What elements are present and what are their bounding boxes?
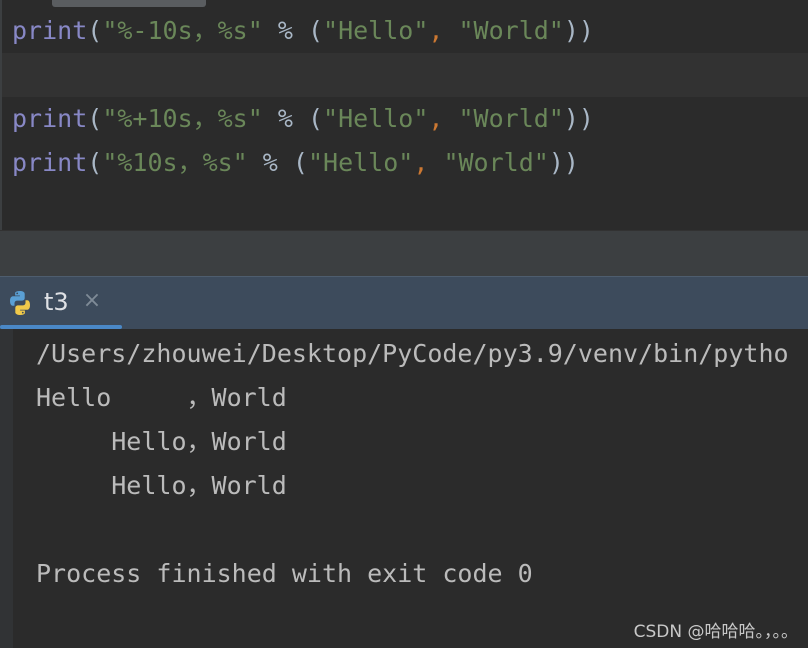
paren: )) [548, 148, 579, 177]
string-literal: "Hello" [323, 104, 429, 133]
string-literal: "Hello" [323, 16, 429, 45]
paren: ( [87, 148, 103, 177]
comma: , [428, 104, 444, 133]
panel-splitter[interactable] [0, 231, 808, 276]
operator: % ( [262, 16, 324, 45]
run-tool-window-header: t3 × [0, 276, 808, 329]
builtin-print: print [12, 16, 88, 45]
console-output[interactable]: /Users/zhouwei/Desktop/PyCode/py3.9/venv… [0, 329, 808, 648]
paren: ( [87, 104, 103, 133]
console-line-output: Hello，World [36, 427, 287, 456]
warning-squiggle [586, 172, 600, 178]
console-gutter [0, 329, 13, 648]
code-line-3[interactable]: print("%+10s，%s" % ("Hello", "World")) [12, 97, 808, 141]
string-literal: "World" [458, 104, 564, 133]
format-string: "%10s，%s" [102, 148, 248, 177]
horizontal-scroll-thumb[interactable] [52, 0, 206, 7]
comma: , [413, 148, 429, 177]
paren: )) [563, 16, 594, 45]
operator: % ( [247, 148, 308, 177]
editor-gutter-edge [0, 0, 2, 231]
tab-label: t3 [44, 288, 69, 316]
code-line-4[interactable]: print("%10s，%s" % ("Hello", "World")) [12, 141, 808, 185]
string-literal: "World" [458, 16, 564, 45]
close-icon[interactable]: × [82, 290, 102, 312]
builtin-print: print [12, 148, 88, 177]
watermark: CSDN @哈哈哈。，。。 [633, 622, 798, 642]
console-line-exit-status: Process finished with exit code 0 [36, 559, 533, 588]
console-line-output: Hello，World [36, 471, 287, 500]
python-icon [10, 291, 30, 315]
code-line-empty[interactable] [2, 53, 808, 97]
operator: % ( [262, 104, 324, 133]
tab-t3[interactable]: t3 × [0, 277, 122, 329]
format-string: "%+10s，%s" [102, 104, 263, 133]
string-literal: "World" [443, 148, 549, 177]
code-line-1[interactable]: print("%-10s，%s" % ("Hello", "World")) [12, 9, 808, 53]
paren: )) [563, 104, 594, 133]
builtin-print: print [12, 104, 88, 133]
string-literal: "Hello" [307, 148, 414, 177]
console-line-output: Hello ，World [36, 383, 287, 412]
paren: ( [87, 16, 103, 45]
code-editor[interactable]: print("%-10s，%s" % ("Hello", "World")) p… [0, 0, 808, 231]
comma: , [428, 16, 444, 45]
console-line-command: /Users/zhouwei/Desktop/PyCode/py3.9/venv… [36, 339, 789, 368]
format-string: "%-10s，%s" [102, 16, 263, 45]
